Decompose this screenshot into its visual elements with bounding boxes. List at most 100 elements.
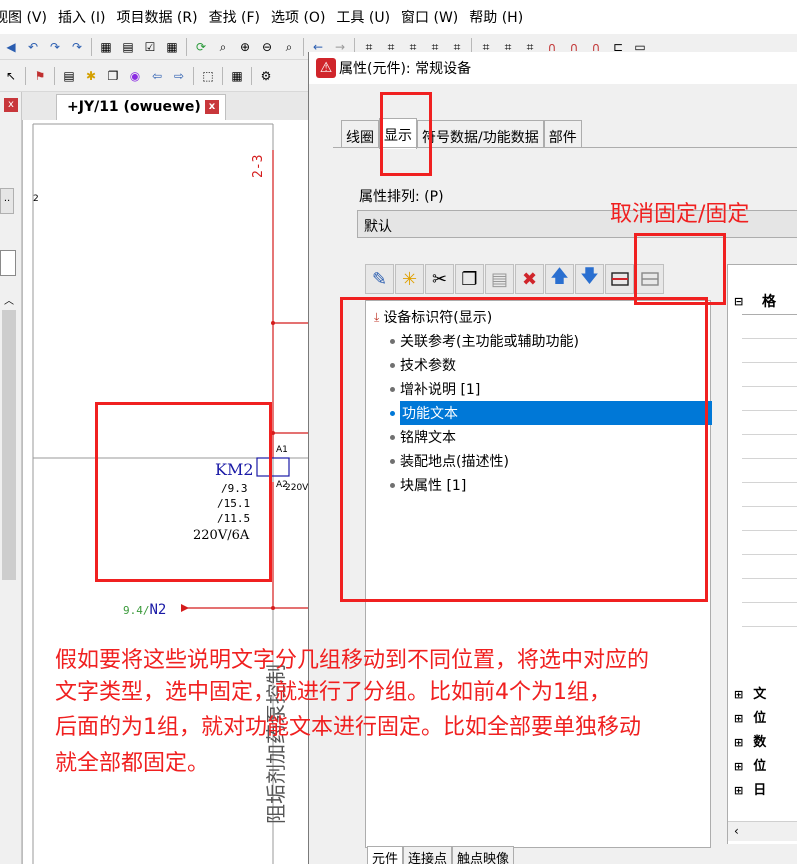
close-icon[interactable]: x [205,100,219,114]
paste-icon[interactable]: ▤ [485,264,514,294]
layout-icon[interactable]: ▤ [120,39,136,55]
grid-row-position[interactable]: ⊞ 位 [734,707,766,726]
delete-icon[interactable]: ✖ [515,264,544,294]
panel-field[interactable] [0,250,16,276]
properties-icon[interactable]: ◉ [127,68,143,84]
tree-bullet-icon [390,386,395,392]
copy-doc-icon[interactable]: ❐ [105,68,121,84]
component-rating: 220V/6A [193,528,250,543]
tab-symbol-data[interactable]: 符号数据/功能数据 [417,120,544,148]
property-tree[interactable]: ⤓ 设备标识符(显示) 关联参考(主功能或辅助功能) 技术参数 增补说明 [1]… [365,300,712,848]
tree-item[interactable]: 关联参考(主功能或辅助功能) [382,329,579,353]
check-icon[interactable]: ☑ [142,39,158,55]
refresh-icon[interactable]: ⟳ [193,39,209,55]
cross-ref-3: /11.5 [217,512,251,525]
grid-row-data[interactable]: ⊞ 数 [734,731,766,750]
export-icon[interactable]: ⇨ [171,68,187,84]
tree-item[interactable]: 块属性 [1] [382,473,466,497]
menu-find[interactable]: 查找 (F) [209,7,271,27]
table-icon[interactable]: ▦ [229,68,245,84]
fix-annotation: 取消固定/固定 [610,202,750,227]
net-arrow [181,604,189,612]
horizontal-scrollbar[interactable]: ‹ [728,821,797,841]
menu-options[interactable]: 选项 (O) [271,7,336,27]
menu-project-data[interactable]: 项目数据 (R) [116,7,208,27]
scroll-left-icon[interactable]: ‹ [734,824,739,838]
scroll-up-icon[interactable]: ︿ [2,292,16,307]
grid-row-text[interactable]: ⊞ 文 [734,683,766,702]
tab-coil[interactable]: 线圈 [341,120,379,148]
tree-item-label: 块属性 [1] [400,478,467,494]
redo-icon[interactable]: ↷ [47,39,63,55]
tab-connection-points[interactable]: 连接点 [403,846,453,864]
grid-row-label: 日 [753,783,767,798]
tab-display[interactable]: 显示 [379,118,417,149]
tree-item[interactable]: 增补说明 [1] [382,377,480,401]
move-up-icon[interactable]: 🡅 [545,264,574,294]
dialog-title: 属性(元件): 常规设备 [339,61,472,77]
format-grid[interactable]: ⊟ 格 ⊞ 文 ⊞ 位 ⊞ 数 ⊞ 位 ⊞ 日 ‹ [727,264,797,844]
tree-bullet-icon [390,338,395,344]
menu-tools[interactable]: 工具 (U) [336,7,401,27]
arrow-left-icon[interactable]: ◀ [3,39,19,55]
tree-item-label: 功能文本 [400,401,712,425]
grid-icon[interactable]: ▦ [164,39,180,55]
expand-icon[interactable]: ⊞ [734,784,743,797]
zoom-window-icon[interactable]: ⌕ [215,39,231,55]
grid-row-date[interactable]: ⊞ 日 [734,779,766,798]
expand-icon[interactable]: ⊞ [734,712,743,725]
redo-all-icon[interactable]: ↷ [69,39,85,55]
undo-icon[interactable]: ↶ [25,39,41,55]
grid-row-position-2[interactable]: ⊞ 位 [734,755,766,774]
cursor-flag-icon[interactable]: ⚑ [32,68,48,84]
tree-item-label: 增补说明 [1] [400,382,481,398]
junction-dot [271,606,275,610]
bottom-tabs: 元件 连接点 触点映像 [367,846,515,864]
zoom-fit-icon[interactable]: ⌕ [281,39,297,55]
zoom-out-icon[interactable]: ⊖ [259,39,275,55]
coil-voltage: 220V [285,483,309,493]
navigator-panel: x .. ︿ [0,92,22,864]
unfix-icon[interactable] [635,264,664,294]
page-icon[interactable]: ▦ [98,39,114,55]
copy-icon[interactable]: ❐ [455,264,484,294]
tab-parts[interactable]: 部件 [543,120,582,148]
scrollbar-track[interactable] [2,310,16,580]
toolbar-separator [91,37,92,56]
close-icon[interactable]: x [4,98,18,112]
import-icon[interactable]: ⇦ [149,68,165,84]
dialog-tabs: 线圈 显示 符号数据/功能数据 部件 [341,118,582,149]
tree-item-root[interactable]: ⤓ 设备标识符(显示) [366,305,492,329]
pointer-icon[interactable]: ↖ [3,68,19,84]
menu-insert[interactable]: 插入 (I) [58,7,117,27]
menu-view[interactable]: 视图 (V) [0,7,58,27]
toolbar-separator [193,66,194,85]
tree-item[interactable]: 装配地点(描述性) [382,449,509,473]
collapse-icon[interactable]: ⊟ [734,295,743,308]
cut-icon[interactable]: ✂ [425,264,454,294]
component-tag[interactable]: KM2 [215,460,254,479]
select-area-icon[interactable]: ⬚ [200,68,216,84]
zoom-in-icon[interactable]: ⊕ [237,39,253,55]
menu-help[interactable]: 帮助 (H) [469,7,534,27]
grid-row-label: 数 [753,735,767,750]
tab-component[interactable]: 元件 [367,846,404,864]
new-star-icon[interactable]: ✳ [395,264,424,294]
move-down-icon[interactable]: 🡇 [575,264,604,294]
settings-icon[interactable]: ⚙ [258,68,274,84]
panel-button[interactable]: .. [0,188,14,214]
tree-item[interactable]: 铭牌文本 [382,425,456,449]
edit-pencil-icon[interactable]: ✎ [365,264,394,294]
document-icon[interactable]: ▤ [61,68,77,84]
cross-ref-top: 2-3 [251,154,266,178]
tree-item[interactable]: 技术参数 [382,353,456,377]
fix-icon[interactable] [605,264,634,294]
tree-item-selected[interactable]: 功能文本 [382,401,712,425]
expand-icon[interactable]: ⊞ [734,736,743,749]
menu-window[interactable]: 窗口 (W) [401,7,469,27]
tab-contact-image[interactable]: 触点映像 [452,846,515,864]
expand-icon[interactable]: ⊞ [734,688,743,701]
new-icon[interactable]: ✱ [83,68,99,84]
expand-icon[interactable]: ⊞ [734,760,743,773]
document-tab[interactable]: +JY/11 (owuewe) x [56,94,226,120]
